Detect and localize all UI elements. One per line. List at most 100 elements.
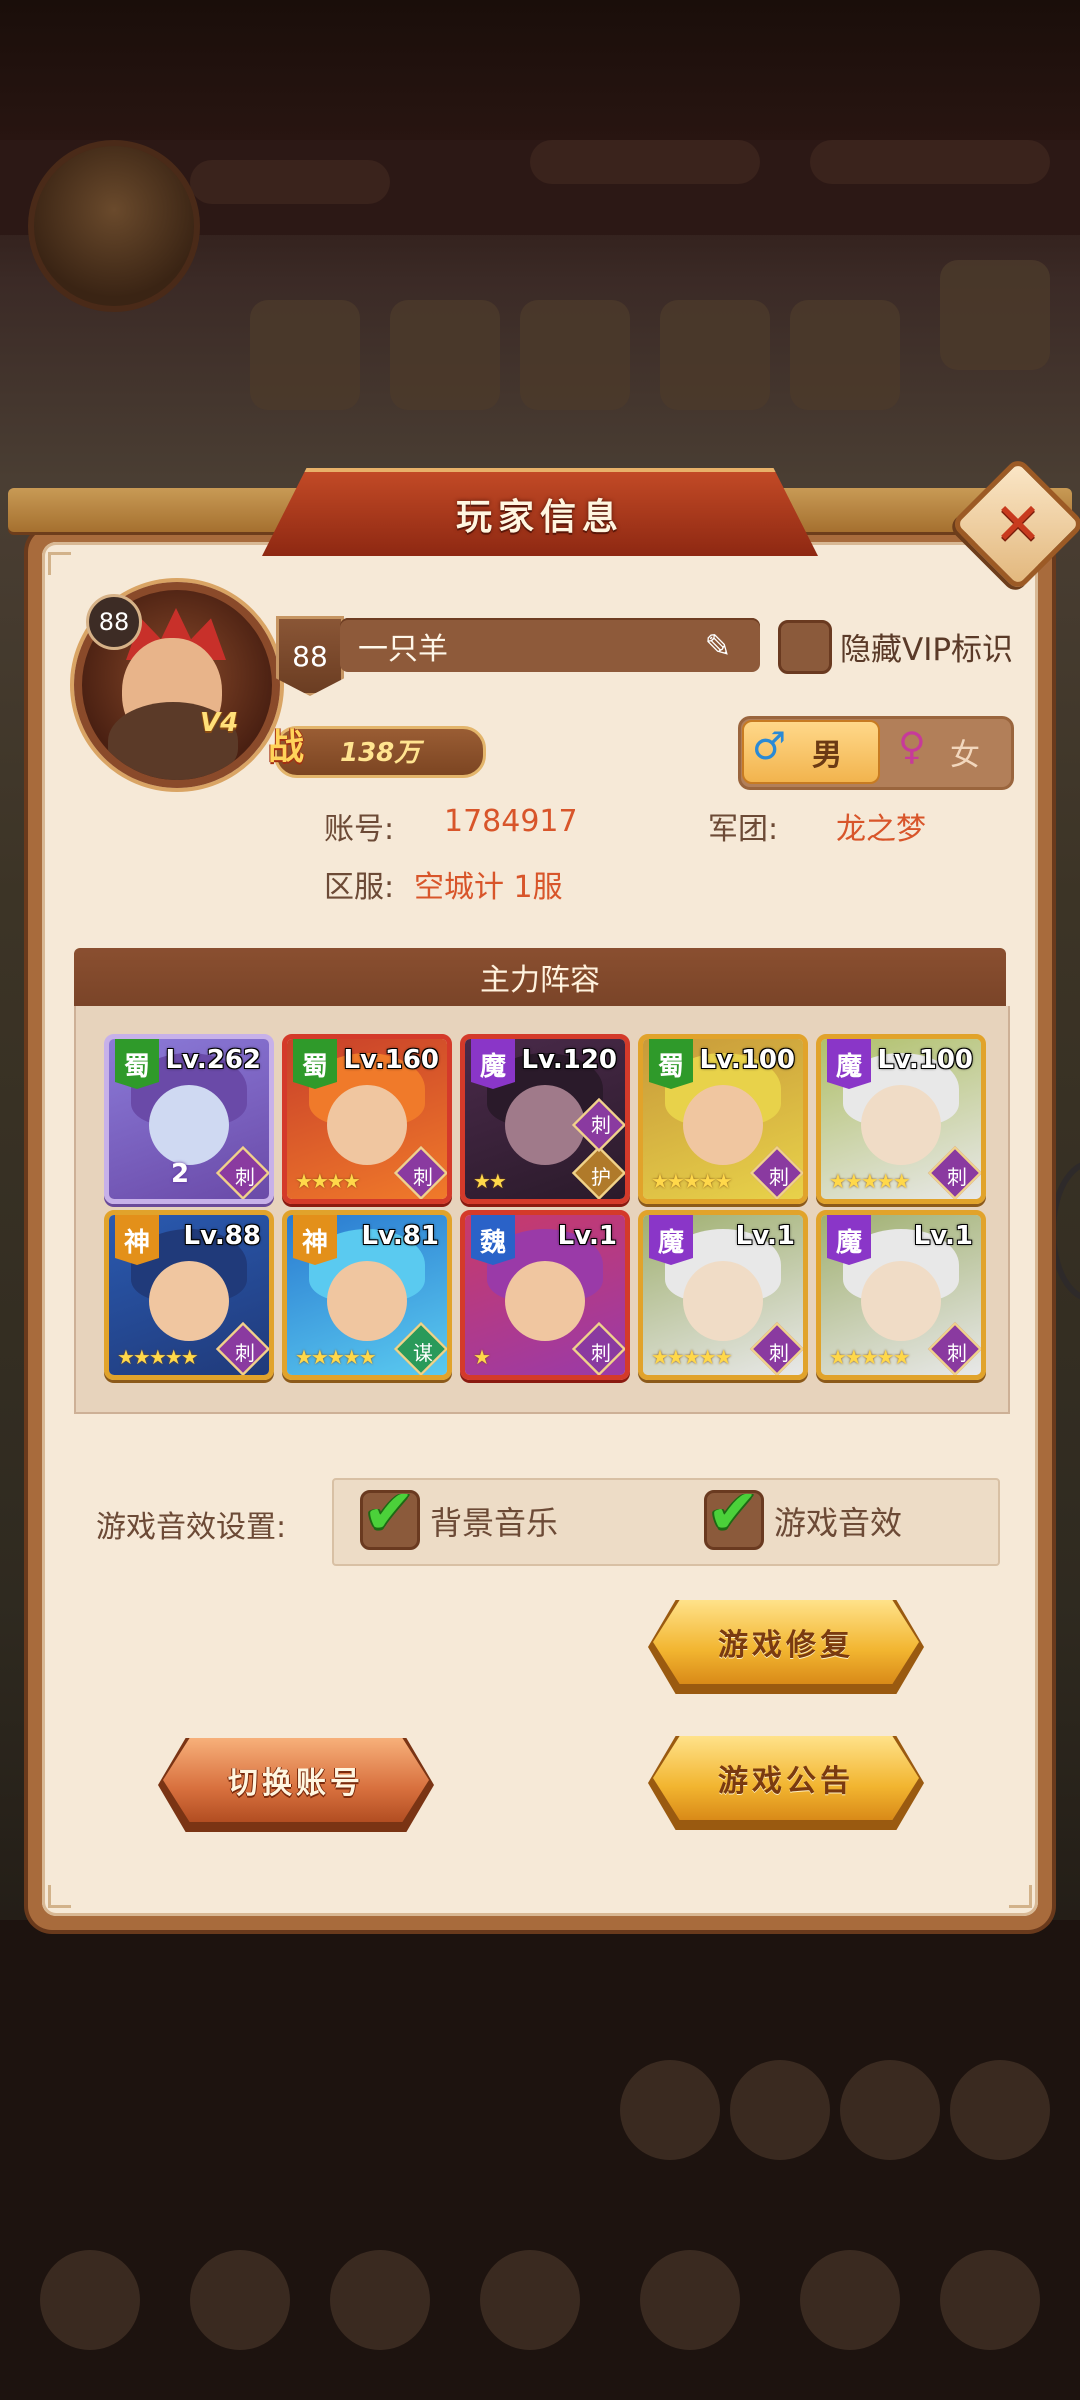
gender-male-label: 男 bbox=[812, 738, 842, 773]
hero-face bbox=[149, 1261, 229, 1341]
hero-stars: ★★★★★ bbox=[295, 1345, 377, 1369]
battle-power-value: 138万 bbox=[340, 738, 421, 768]
player-name: 一只羊 bbox=[358, 632, 448, 667]
hero-card[interactable]: 魏 Lv.1 ★ 刺 bbox=[460, 1210, 630, 1380]
hero-face bbox=[861, 1085, 941, 1165]
hero-card[interactable]: 蜀 Lv.100 ★★★★★ 刺 bbox=[638, 1034, 808, 1204]
hero-stars: ★★★★★ bbox=[829, 1345, 911, 1369]
hero-level: Lv.120 bbox=[521, 1045, 617, 1075]
legion-label: 军团: bbox=[708, 812, 779, 847]
background-icon bbox=[190, 2250, 290, 2350]
background-icon bbox=[950, 2060, 1050, 2160]
background-icon bbox=[390, 300, 500, 410]
background-icon bbox=[790, 300, 900, 410]
battle-power-icon: 战 bbox=[268, 726, 305, 768]
corner-ornament bbox=[48, 1885, 71, 1908]
game-notice-button[interactable]: 游戏公告 bbox=[653, 1736, 919, 1820]
hero-role-label: 护 bbox=[591, 1164, 611, 1189]
background-resource-pill bbox=[530, 140, 760, 184]
hero-faction-badge: 魔 bbox=[649, 1215, 693, 1265]
hero-role-label: 刺 bbox=[947, 1340, 967, 1365]
lineup-title: 主力阵容 bbox=[74, 948, 1006, 1006]
hero-face bbox=[327, 1261, 407, 1341]
hero-faction-badge: 魔 bbox=[827, 1215, 871, 1265]
hero-face bbox=[683, 1085, 763, 1165]
hero-card[interactable]: 魔 Lv.1 ★★★★★ 刺 bbox=[638, 1210, 808, 1380]
hero-faction-badge: 蜀 bbox=[293, 1039, 337, 1089]
hero-card[interactable]: 魔 Lv.120 ★★ 护 刺 bbox=[460, 1034, 630, 1204]
hero-level: Lv.88 bbox=[183, 1221, 261, 1251]
server-value: 空城计 1服 bbox=[414, 870, 563, 905]
server-label: 区服: bbox=[324, 870, 395, 905]
hero-level: Lv.100 bbox=[877, 1045, 973, 1075]
sound-settings-label: 游戏音效设置: bbox=[96, 1510, 287, 1545]
hero-level: Lv.262 bbox=[165, 1045, 261, 1075]
hero-stars: ★★★★★ bbox=[651, 1345, 733, 1369]
hero-role-label: 刺 bbox=[413, 1164, 433, 1189]
switch-account-button[interactable]: 切换账号 bbox=[163, 1738, 429, 1822]
gender-female-label[interactable]: 女 bbox=[950, 730, 980, 774]
account-label: 账号: bbox=[324, 812, 395, 847]
hero-role-label-secondary: 刺 bbox=[591, 1112, 611, 1137]
hero-face bbox=[327, 1085, 407, 1165]
dialog-title: 玩家信息 bbox=[455, 496, 624, 538]
hero-faction-badge: 神 bbox=[293, 1215, 337, 1265]
hide-vip-checkbox[interactable] bbox=[778, 620, 832, 674]
hero-face bbox=[861, 1261, 941, 1341]
hero-card[interactable]: 蜀 Lv.262 刺 2 bbox=[104, 1034, 274, 1204]
background-side-button bbox=[1050, 1160, 1080, 1302]
bgm-check-icon[interactable]: ✔ bbox=[354, 1475, 424, 1548]
game-repair-button[interactable]: 游戏修复 bbox=[653, 1600, 919, 1684]
hero-faction-badge: 神 bbox=[115, 1215, 159, 1265]
background-icon bbox=[840, 2060, 940, 2160]
hero-level: Lv.1 bbox=[735, 1221, 795, 1251]
background-icon bbox=[330, 2250, 430, 2350]
background-icon bbox=[940, 2250, 1040, 2350]
background-icon bbox=[40, 2250, 140, 2350]
account-value: 1784917 bbox=[444, 804, 578, 839]
legion-value[interactable]: 龙之梦 bbox=[836, 804, 926, 848]
sfx-check-icon[interactable]: ✔ bbox=[698, 1475, 768, 1548]
hero-role-label: 刺 bbox=[235, 1164, 255, 1189]
background-icon bbox=[660, 300, 770, 410]
background-icon bbox=[480, 2250, 580, 2350]
hero-faction-badge: 魏 bbox=[471, 1215, 515, 1265]
hero-card[interactable]: 神 Lv.88 ★★★★★ 刺 bbox=[104, 1210, 274, 1380]
close-icon[interactable]: ✕ bbox=[970, 476, 1066, 572]
edit-pencil-icon[interactable]: ✎ bbox=[696, 624, 740, 668]
hero-card[interactable]: 神 Lv.81 ★★★★★ 谋 bbox=[282, 1210, 452, 1380]
hero-role-label: 刺 bbox=[947, 1164, 967, 1189]
hero-card[interactable]: 魔 Lv.1 ★★★★★ 刺 bbox=[816, 1210, 986, 1380]
background-icon bbox=[730, 2060, 830, 2160]
hero-faction-badge: 魔 bbox=[471, 1039, 515, 1089]
hide-vip-label: 隐藏VIP标识 bbox=[840, 632, 1014, 668]
hero-level: Lv.100 bbox=[699, 1045, 795, 1075]
hero-face bbox=[149, 1085, 229, 1165]
hero-level: Lv.1 bbox=[913, 1221, 973, 1251]
hero-stars: ★★★★★ bbox=[117, 1345, 199, 1369]
hero-awaken-count: 2 bbox=[171, 1159, 190, 1189]
hero-level: Lv.1 bbox=[557, 1221, 617, 1251]
corner-ornament bbox=[1009, 1885, 1032, 1908]
hero-role-label: 刺 bbox=[591, 1340, 611, 1365]
hero-card[interactable]: 蜀 Lv.160 ★★★★ 刺 bbox=[282, 1034, 452, 1204]
background-resource-pill bbox=[810, 140, 1050, 184]
hero-faction-badge: 蜀 bbox=[649, 1039, 693, 1089]
hero-stars: ★★★★★ bbox=[651, 1169, 733, 1193]
avatar-level-badge: 88 bbox=[86, 594, 142, 650]
vip-badge: V4 bbox=[200, 708, 239, 738]
background-icon bbox=[250, 300, 360, 410]
hero-face bbox=[683, 1261, 763, 1341]
hero-stars: ★★★★ bbox=[295, 1169, 361, 1193]
male-icon: ♂ bbox=[752, 724, 787, 768]
hero-card[interactable]: 魔 Lv.100 ★★★★★ 刺 bbox=[816, 1034, 986, 1204]
background-name-pill bbox=[190, 160, 390, 204]
background-icon bbox=[620, 2060, 720, 2160]
hero-stars: ★★ bbox=[473, 1169, 507, 1193]
hero-role-label: 刺 bbox=[769, 1164, 789, 1189]
hero-stars: ★ bbox=[473, 1345, 491, 1369]
background-icon bbox=[520, 300, 630, 410]
background-icon bbox=[800, 2250, 900, 2350]
female-icon[interactable]: ♀ bbox=[898, 724, 926, 768]
hero-stars: ★★★★★ bbox=[829, 1169, 911, 1193]
